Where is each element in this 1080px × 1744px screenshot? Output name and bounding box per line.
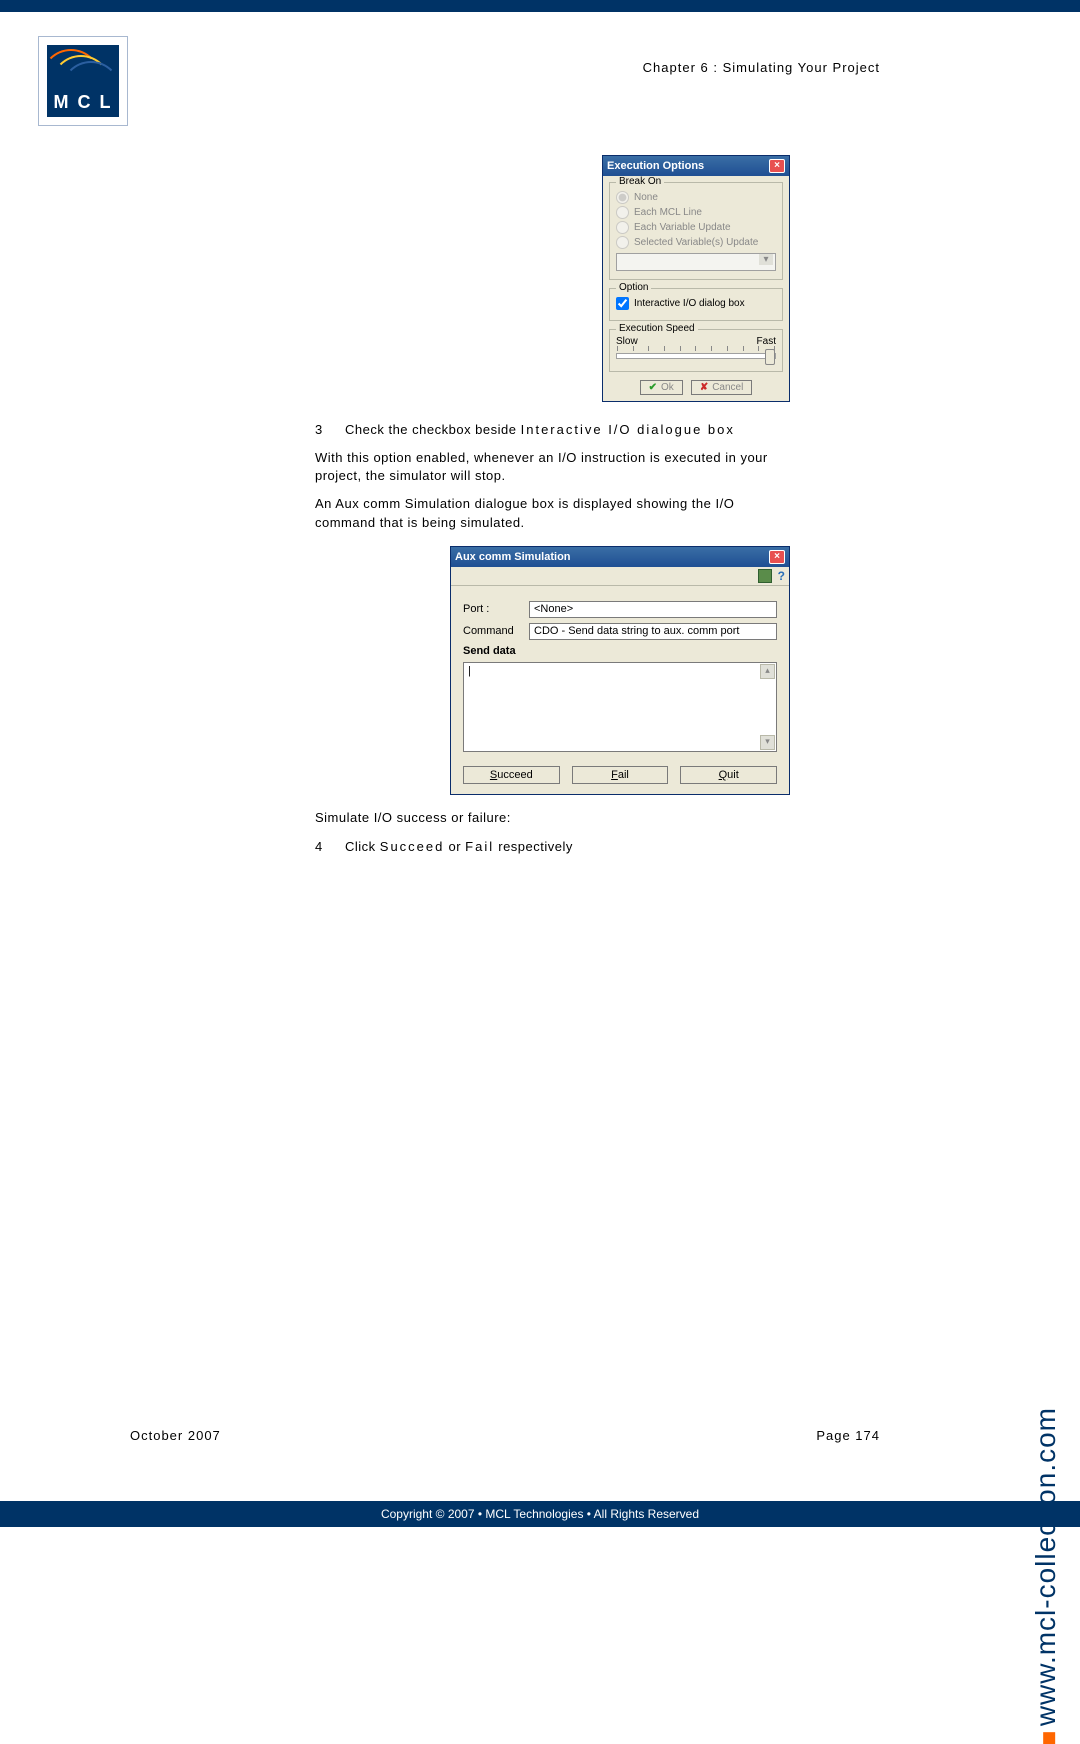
send-data-textarea[interactable]: | ▴ ▾ <box>463 662 777 752</box>
side-url: www.mcl-collection.com <box>1030 1407 1062 1744</box>
dialog2-title: Aux comm Simulation <box>455 551 571 563</box>
execution-options-dialog: Execution Options × Break On None Each M… <box>602 155 790 402</box>
copyright-bar: Copyright © 2007 • MCL Technologies • Al… <box>0 1501 1080 1527</box>
logo-text: M C L <box>47 92 119 113</box>
paragraph-2: An Aux comm Simulation dialogue box is d… <box>315 495 790 531</box>
command-label: Command <box>463 625 521 637</box>
option-legend: Option <box>616 282 651 293</box>
paragraph-3: Simulate I/O success or failure: <box>315 809 790 827</box>
logo: M C L <box>38 36 128 126</box>
port-field[interactable]: <None> <box>529 601 777 618</box>
step-3-text: Check the checkbox beside Interactive I/… <box>345 422 735 437</box>
close-icon[interactable]: × <box>769 550 785 564</box>
chapter-title: Chapter 6 : Simulating Your Project <box>643 60 880 75</box>
step-4-number: 4 <box>315 839 329 854</box>
top-bar <box>0 0 1080 12</box>
slider-thumb[interactable] <box>765 349 775 365</box>
scroll-down-icon[interactable]: ▾ <box>760 735 775 750</box>
cancel-button[interactable]: ✘Cancel <box>691 380 753 395</box>
send-data-label: Send data <box>463 645 521 657</box>
dialog-title: Execution Options <box>607 160 704 172</box>
step-3-number: 3 <box>315 422 329 437</box>
radio-none[interactable] <box>616 191 629 204</box>
quit-button[interactable]: Quit <box>680 766 777 784</box>
radio-selected-var[interactable] <box>616 236 629 249</box>
break-on-legend: Break On <box>616 176 664 187</box>
exit-icon[interactable] <box>758 569 772 583</box>
footer-date: October 2007 <box>130 1428 221 1443</box>
footer-page: Page 174 <box>816 1428 880 1443</box>
variable-combo[interactable] <box>616 253 776 271</box>
radio-each-var[interactable] <box>616 221 629 234</box>
paragraph-1: With this option enabled, whenever an I/… <box>315 449 790 485</box>
close-icon[interactable]: × <box>769 159 785 173</box>
help-icon[interactable]: ? <box>778 569 785 583</box>
radio-each-line[interactable] <box>616 206 629 219</box>
step-4-text: Click Succeed or Fail respectively <box>345 839 573 854</box>
succeed-button[interactable]: Succeed <box>463 766 560 784</box>
fail-button[interactable]: Fail <box>572 766 669 784</box>
decorative-dot-icon <box>1043 1732 1055 1744</box>
port-label: Port : <box>463 603 521 615</box>
aux-comm-dialog: Aux comm Simulation × ? Port : <None> Co… <box>450 546 790 795</box>
x-icon: ✘ <box>700 382 708 393</box>
check-icon: ✔ <box>649 382 657 393</box>
speed-legend: Execution Speed <box>616 323 698 334</box>
scroll-up-icon[interactable]: ▴ <box>760 664 775 679</box>
interactive-io-checkbox[interactable] <box>616 297 629 310</box>
speed-slider[interactable] <box>616 353 776 359</box>
ok-button[interactable]: ✔Ok <box>640 380 683 395</box>
command-field[interactable]: CDO - Send data string to aux. comm port <box>529 623 777 640</box>
